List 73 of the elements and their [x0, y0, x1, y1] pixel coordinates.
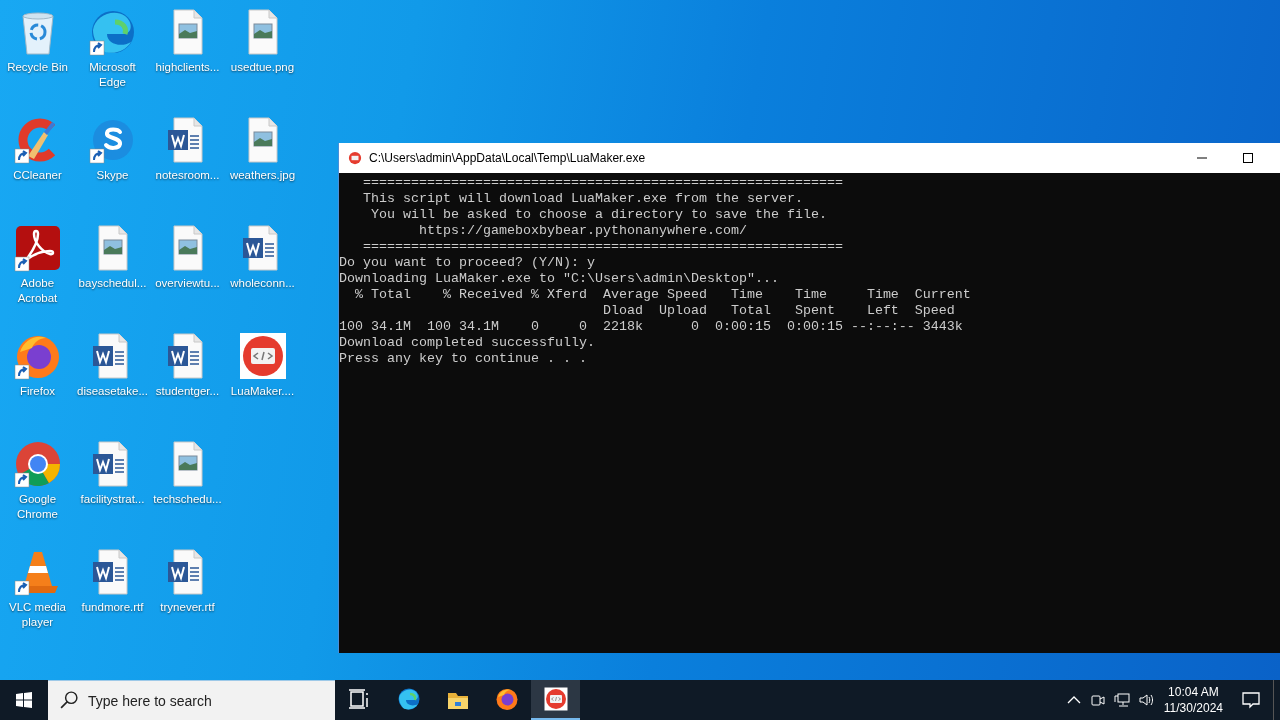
desktop-icon[interactable]: notesroom... — [150, 110, 225, 218]
desktop-icon[interactable]: LuaMaker.... — [225, 326, 300, 434]
desktop-icon[interactable]: diseasetake... — [75, 326, 150, 434]
icon-label: techschedu... — [153, 492, 222, 507]
console-line: This script will download LuaMaker.exe from the server. — [362, 191, 804, 207]
network-icon — [1113, 692, 1130, 708]
speech-bubble-icon — [1241, 690, 1261, 710]
console-line: You will be asked to choose a directory to save the file. — [370, 207, 828, 223]
camera-icon — [1089, 692, 1106, 708]
console-line: ============================================================ — [362, 239, 844, 255]
icon-label: LuaMaker.... — [230, 384, 295, 399]
desktop-icon[interactable]: techschedu... — [150, 434, 225, 542]
desktop-icon[interactable]: studentger... — [150, 326, 225, 434]
desktop-icon[interactable]: overviewtu... — [150, 218, 225, 326]
icon-label: wholeconn... — [230, 276, 295, 291]
desktop-icon[interactable]: VLC media player — [0, 542, 75, 650]
icon-label: bayschedul... — [78, 276, 147, 291]
icon-label: Google Chrome — [16, 492, 59, 522]
search-field[interactable]: Type here to search — [48, 680, 335, 720]
desktop-icon[interactable]: usedtue.png — [225, 2, 300, 110]
console-line: Dload Upload Total Spent Left Speed — [601, 303, 956, 319]
console-line: % Total % Received % Xferd Average Speed Time Time Time Current — [354, 287, 972, 303]
desktop-icon[interactable]: wholeconn... — [225, 218, 300, 326]
desktop-icon[interactable]: facilitystrat... — [75, 434, 150, 542]
console-line: ============================================================ — [362, 175, 844, 191]
console-line: Download completed successfully. — [339, 335, 596, 351]
desktop-icon[interactable]: Skype — [75, 110, 150, 218]
edge-icon — [396, 687, 421, 711]
icon-label: studentger... — [155, 384, 220, 399]
desktop-icon[interactable]: CCleaner — [0, 110, 75, 218]
volume-icon — [1137, 692, 1154, 708]
console-line: https://gameboxbybear.pythonanywhere.com/ — [417, 223, 748, 239]
maximize-icon — [1243, 153, 1253, 163]
clock[interactable]: 10:04 AM 11/30/2024 — [1157, 680, 1229, 720]
windows-logo-icon — [16, 692, 32, 708]
window-title: C:\Users\admin\AppData\Local\Temp\LuaMaker.exe — [369, 151, 646, 165]
console-line: Do you want to proceed? (Y/N): y — [339, 255, 596, 271]
desktop-icon[interactable]: Adobe Acrobat — [0, 218, 75, 326]
icon-label: weathers.jpg — [229, 168, 296, 183]
desktop-icon[interactable]: fundmore.rtf — [75, 542, 150, 650]
desktop-icon[interactable]: Firefox — [0, 326, 75, 434]
desktop-icon[interactable]: weathers.jpg — [225, 110, 300, 218]
icon-label: diseasetake... — [77, 384, 148, 399]
app-icon — [348, 151, 362, 165]
icon-label: Adobe Acrobat — [16, 276, 59, 306]
console-line: Downloading LuaMaker.exe to "C:\Users\admin\Desktop"... — [339, 271, 780, 287]
app-window-icon — [543, 687, 568, 711]
icon-label: notesroom... — [155, 168, 220, 183]
search-icon — [60, 691, 78, 709]
icon-label: facilitystrat... — [80, 492, 145, 507]
icon-label: VLC media player — [8, 600, 67, 630]
icon-label: Firefox — [19, 384, 56, 399]
icon-label: Skype — [96, 168, 129, 183]
desktop-icon[interactable]: highclients... — [150, 2, 225, 110]
icon-label: Recycle Bin — [7, 60, 68, 75]
taskbar-button[interactable] — [531, 680, 580, 720]
icon-label: highclients... — [155, 60, 220, 75]
icon-label: overviewtu... — [155, 276, 220, 291]
firefox-icon — [494, 687, 519, 711]
desktop-icon[interactable]: Google Chrome — [0, 434, 75, 542]
clock-time: 10:04 AM — [1168, 684, 1219, 700]
icon-label: trynever.rtf — [160, 600, 215, 615]
console-line: Press any key to continue . . . — [339, 351, 588, 367]
desktop-icon[interactable]: Recycle Bin — [0, 2, 75, 110]
console-line: 100 34.1M 100 34.1M 0 0 2218k 0 0:00:15 0:00:15 --:--:-- 3443k — [339, 319, 964, 335]
icon-label: fundmore.rtf — [81, 600, 144, 615]
icon-label: Microsoft Edge — [88, 60, 137, 90]
icon-label: usedtue.png — [230, 60, 295, 75]
clock-date: 11/30/2024 — [1163, 700, 1223, 716]
desktop-icon[interactable]: Microsoft Edge — [75, 2, 150, 110]
icon-label: CCleaner — [13, 168, 62, 183]
desktop-icon[interactable]: bayschedul... — [75, 218, 150, 326]
desktop-icon[interactable]: trynever.rtf — [150, 542, 225, 650]
